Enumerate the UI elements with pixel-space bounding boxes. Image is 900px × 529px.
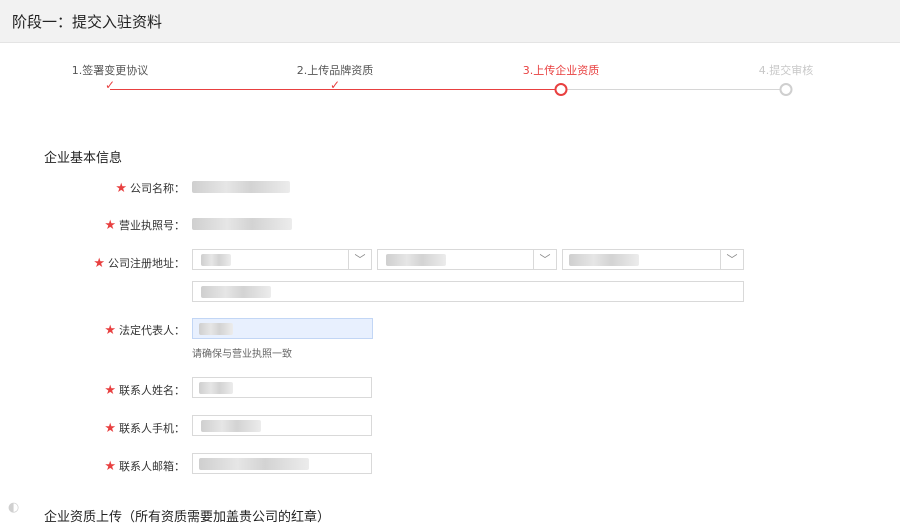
section-title-upload: 企业资质上传（所有资质需要加盖贵公司的红章） — [44, 510, 331, 525]
step-1-label: 1.签署变更协议 — [71, 64, 149, 77]
required-star-icon: ★ — [104, 218, 116, 233]
address-label: ★ 公司注册地址： — [93, 256, 185, 271]
pending-step-circle-icon — [779, 83, 793, 96]
district-select[interactable]: ﹀ — [562, 249, 744, 270]
page-header: 阶段一：提交入驻资料 — [0, 0, 900, 43]
legal-rep-input[interactable] — [192, 318, 373, 339]
license-no-label: ★ 营业执照号： — [104, 218, 185, 233]
license-no-value — [192, 218, 292, 230]
active-step-circle-icon — [554, 83, 568, 96]
section-title-basic-info: 企业基本信息 — [44, 151, 123, 166]
step-3-label: 3.上传企业资质 — [522, 64, 600, 77]
contact-name-label: ★ 联系人姓名： — [104, 383, 185, 398]
watermark-logo-icon: ◐ — [8, 500, 20, 515]
step-2-label: 2.上传品牌资质 — [296, 64, 374, 77]
required-star-icon: ★ — [104, 459, 116, 474]
city-select[interactable]: ﹀ — [377, 249, 557, 270]
address-detail-input[interactable] — [192, 281, 744, 302]
chevron-down-icon: ﹀ — [348, 250, 371, 269]
chevron-down-icon: ﹀ — [720, 250, 743, 269]
required-star-icon: ★ — [104, 323, 116, 338]
province-select[interactable]: ﹀ — [192, 249, 372, 270]
contact-email-input[interactable] — [192, 453, 372, 474]
contact-name-input[interactable] — [192, 377, 372, 398]
required-star-icon: ★ — [115, 181, 127, 196]
legal-rep-label: ★ 法定代表人： — [104, 323, 185, 338]
legal-rep-hint: 请确保与营业执照一致 — [192, 349, 292, 360]
required-star-icon: ★ — [93, 256, 105, 271]
chevron-down-icon: ﹀ — [533, 250, 556, 269]
contact-phone-input[interactable] — [192, 415, 372, 436]
check-icon: ✓ — [329, 78, 341, 92]
progress-steps: 1.签署变更协议 2.上传品牌资质 3.上传企业资质 4.提交审核 ✓ ✓ — [0, 62, 900, 102]
step-4-label: 4.提交审核 — [758, 64, 814, 77]
contact-phone-label: ★ 联系人手机： — [104, 421, 185, 436]
contact-email-label: ★ 联系人邮箱： — [104, 459, 185, 474]
company-name-value — [192, 181, 290, 193]
company-name-label: ★ 公司名称： — [115, 181, 185, 196]
check-icon: ✓ — [104, 78, 116, 92]
required-star-icon: ★ — [104, 421, 116, 436]
page-title: 阶段一：提交入驻资料 — [12, 13, 163, 31]
required-star-icon: ★ — [104, 383, 116, 398]
progress-line-todo — [561, 89, 786, 90]
